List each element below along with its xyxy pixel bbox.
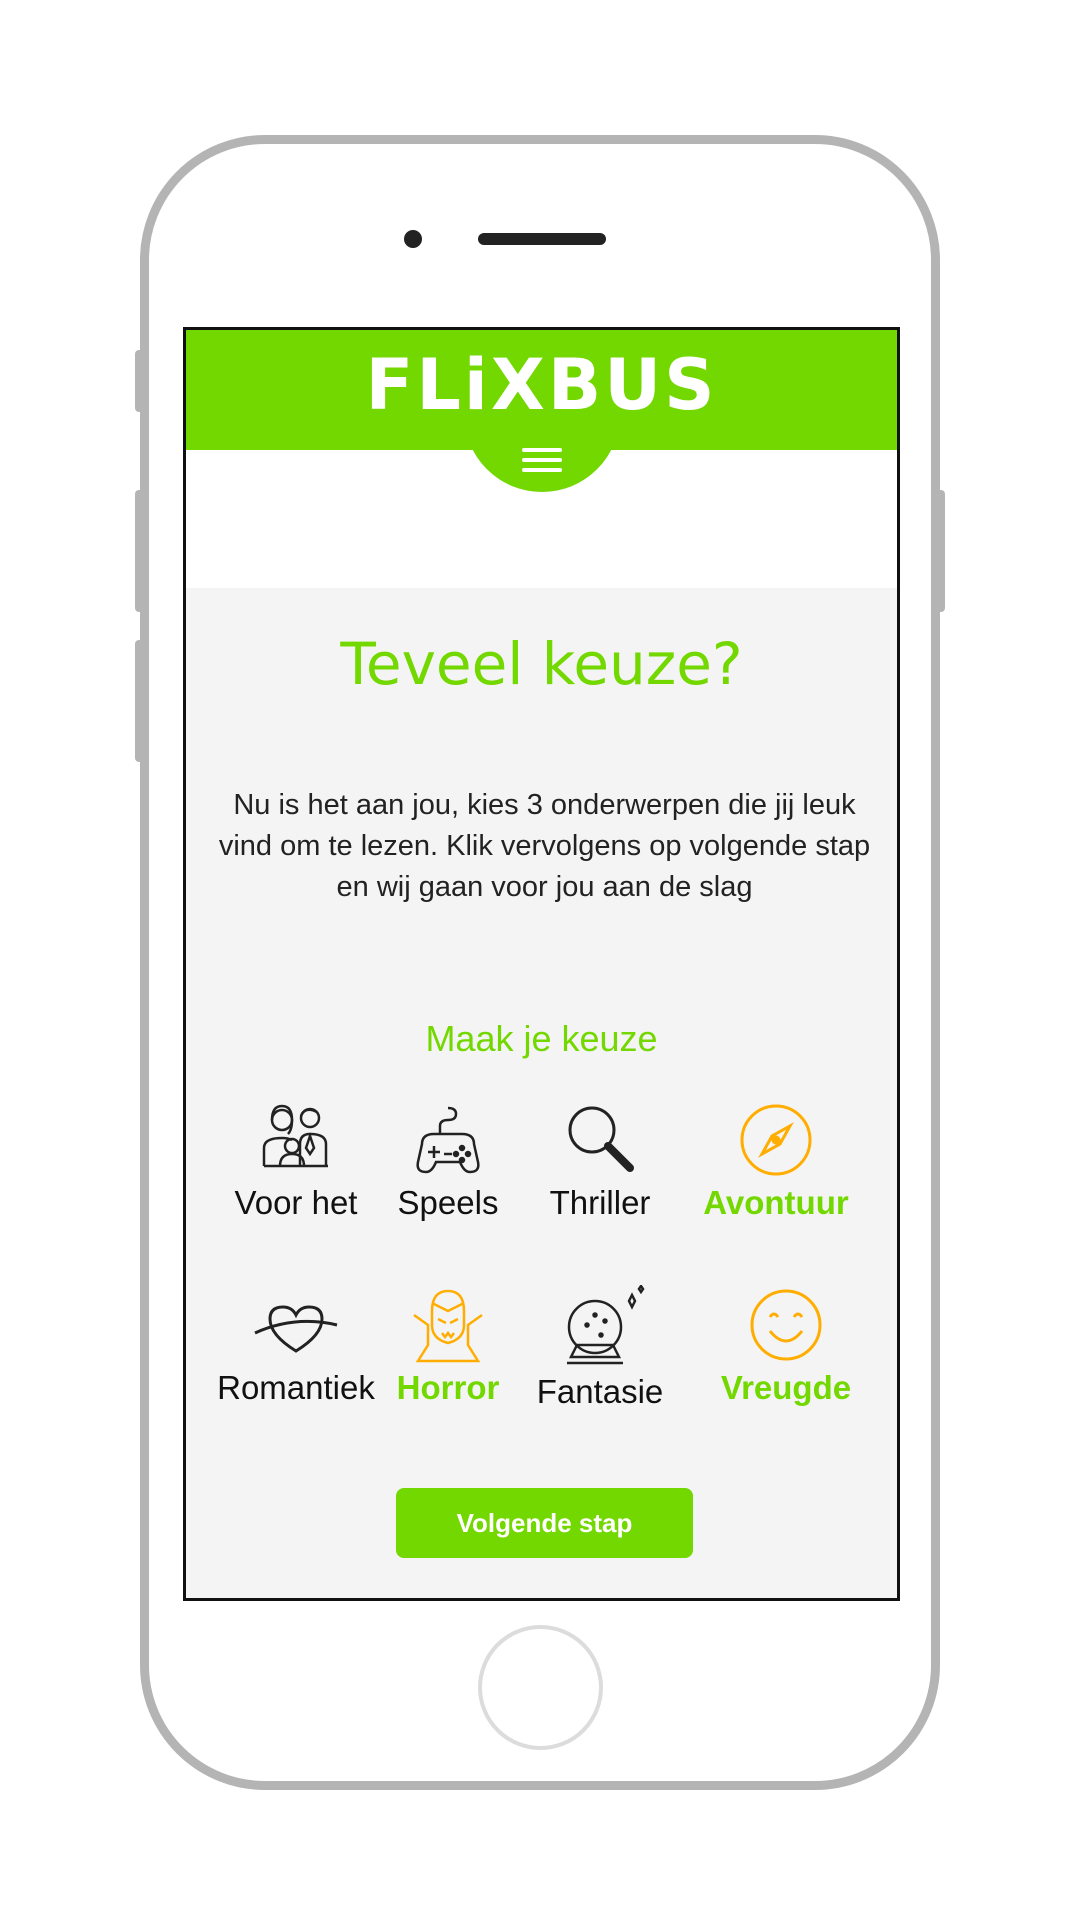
category-fantasie[interactable]: Fantasie bbox=[510, 1285, 690, 1411]
category-label: Fantasie bbox=[536, 1373, 664, 1410]
game-controller-icon bbox=[416, 1106, 480, 1174]
intro-text: Nu is het aan jou, kies 3 onderwerpen di… bbox=[218, 789, 871, 903]
category-vreugde[interactable]: Vreugde bbox=[696, 1285, 876, 1407]
choice-subtitle: Maak je keuze bbox=[425, 1018, 658, 1059]
earpiece-speaker bbox=[478, 233, 606, 245]
category-avontuur[interactable]: Avontuur bbox=[686, 1100, 866, 1222]
category-thriller[interactable]: Thriller bbox=[510, 1100, 690, 1222]
category-label: Thriller bbox=[549, 1184, 651, 1221]
family-icon bbox=[262, 1104, 328, 1168]
home-button[interactable] bbox=[478, 1625, 603, 1750]
next-step-button[interactable]: Volgende stap bbox=[396, 1488, 693, 1558]
crystal-ball-icon bbox=[567, 1285, 645, 1365]
heart-icon bbox=[254, 1305, 338, 1353]
compass-icon bbox=[740, 1104, 812, 1176]
magnifier-icon bbox=[568, 1106, 634, 1172]
category-label: Vreugde bbox=[720, 1369, 852, 1406]
front-camera bbox=[404, 230, 422, 248]
vampire-icon bbox=[413, 1289, 483, 1363]
page-title: Teveel keuze? bbox=[340, 630, 743, 698]
smiley-icon bbox=[750, 1289, 822, 1361]
category-label: Avontuur bbox=[703, 1184, 849, 1221]
phone-screen: FLiXBUS Teveel keuze? Nu is het aan jou,… bbox=[183, 327, 900, 1601]
